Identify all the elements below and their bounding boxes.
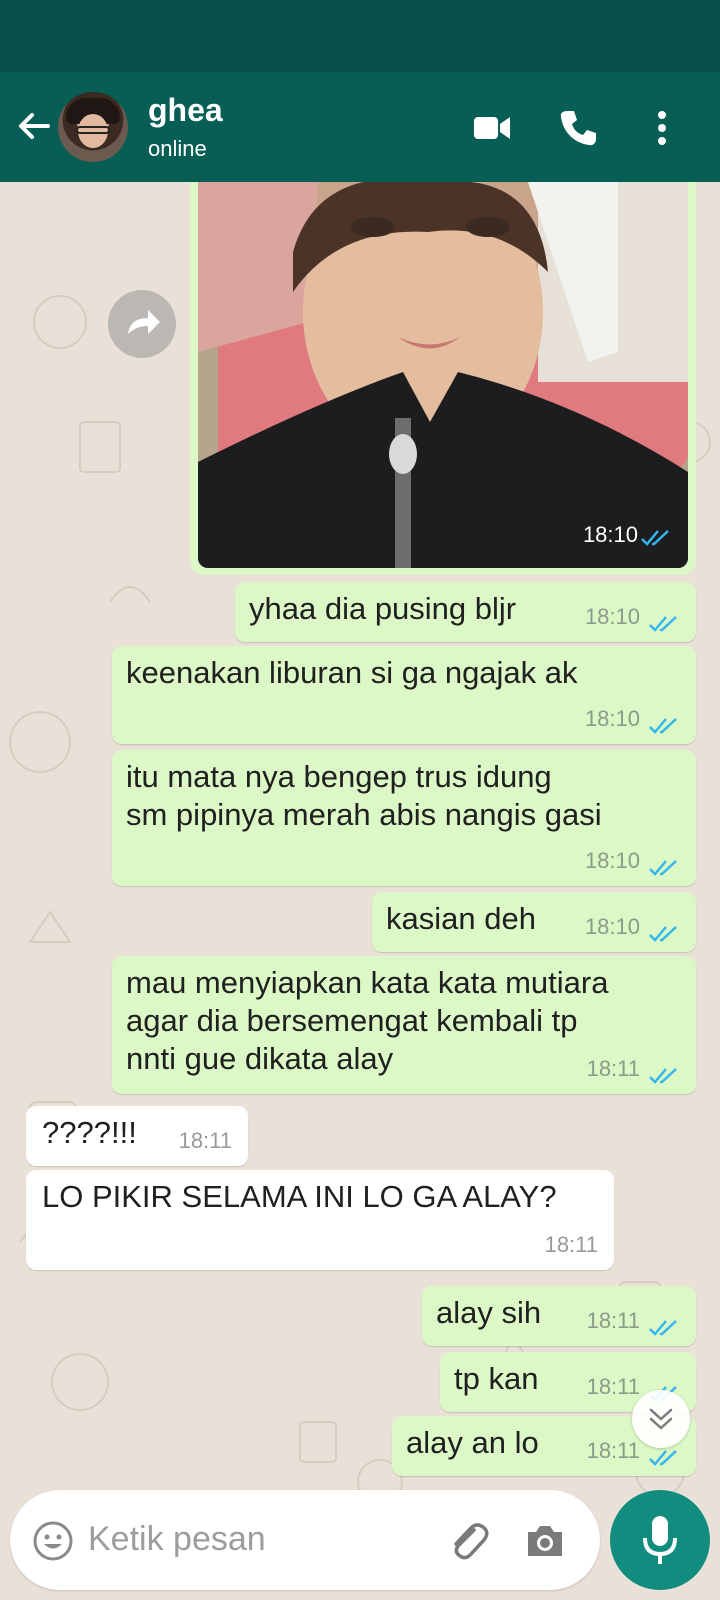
message-time: 18:11 <box>586 1056 640 1081</box>
scroll-to-bottom-button[interactable] <box>632 1390 690 1448</box>
message-bubble[interactable]: keenakan liburan si ga ngajak ak 18:10 <box>112 646 696 744</box>
image-message[interactable]: 18:10 <box>190 182 696 575</box>
read-ticks-icon <box>649 1068 677 1084</box>
message-bubble[interactable]: LO PIKIR SELAMA INI LO GA ALAY? 18:11 <box>26 1170 614 1270</box>
emoji-icon[interactable] <box>32 1520 74 1562</box>
forward-button[interactable] <box>108 290 176 358</box>
message-text: tp kan <box>454 1361 539 1396</box>
chevron-down-icon <box>649 1408 673 1430</box>
message-text: itu mata nya bengep trus idung sm pipiny… <box>126 759 602 832</box>
message-text: kasian deh <box>386 901 536 936</box>
back-arrow-icon[interactable] <box>14 106 54 146</box>
video-call-icon[interactable] <box>470 106 514 150</box>
message-text: alay sih <box>436 1295 542 1330</box>
mic-icon <box>643 1516 677 1564</box>
status-bar <box>0 0 720 72</box>
chat-photo[interactable]: 18:10 <box>198 182 688 568</box>
message-text: LO PIKIR SELAMA INI LO GA ALAY? <box>42 1179 557 1214</box>
mic-button[interactable] <box>610 1490 710 1590</box>
message-time: 18:10 <box>584 848 640 873</box>
message-time: 18:11 <box>544 1232 598 1257</box>
message-text: alay an lo <box>406 1425 539 1460</box>
selfie-photo <box>198 182 688 568</box>
camera-icon[interactable] <box>522 1518 568 1564</box>
read-ticks-icon <box>641 530 669 546</box>
phone-icon[interactable] <box>556 106 600 150</box>
message-text: ????!!! <box>42 1115 137 1150</box>
message-time: 18:10 <box>584 706 640 731</box>
chat-header: ghea online <box>0 72 720 182</box>
message-input[interactable]: Ketik pesan <box>88 1520 266 1559</box>
message-time: 18:10 <box>582 522 638 547</box>
message-bubble[interactable]: kasian deh 18:10 <box>372 892 696 952</box>
read-ticks-icon <box>649 926 677 942</box>
contact-status: online <box>148 136 207 161</box>
read-ticks-icon <box>649 616 677 632</box>
read-ticks-icon <box>649 1320 677 1336</box>
message-time: 18:10 <box>584 914 640 939</box>
message-composer[interactable]: Ketik pesan <box>10 1490 600 1590</box>
message-bubble[interactable]: ????!!! 18:11 <box>26 1106 248 1166</box>
avatar[interactable] <box>58 92 128 162</box>
message-text: mau menyiapkan kata kata mutiara agar di… <box>126 965 609 1076</box>
message-bubble[interactable]: itu mata nya bengep trus idung sm pipiny… <box>112 750 696 886</box>
forward-icon <box>128 310 160 334</box>
message-bubble[interactable]: yhaa dia pusing bljr 18:10 <box>235 582 696 642</box>
message-time: 18:11 <box>586 1308 640 1333</box>
read-ticks-icon <box>649 860 677 876</box>
message-bubble[interactable]: alay sih 18:11 <box>422 1286 696 1346</box>
message-time: 18:10 <box>584 604 640 629</box>
message-bubble[interactable]: mau menyiapkan kata kata mutiara agar di… <box>112 956 696 1094</box>
read-ticks-icon <box>649 718 677 734</box>
attach-icon[interactable] <box>444 1518 492 1566</box>
read-ticks-icon <box>649 1450 677 1466</box>
message-text: keenakan liburan si ga ngajak ak <box>126 655 578 690</box>
more-options-icon[interactable] <box>640 106 684 150</box>
message-text: yhaa dia pusing bljr <box>249 591 517 626</box>
contact-name[interactable]: ghea <box>148 92 223 129</box>
message-time: 18:11 <box>178 1128 232 1153</box>
